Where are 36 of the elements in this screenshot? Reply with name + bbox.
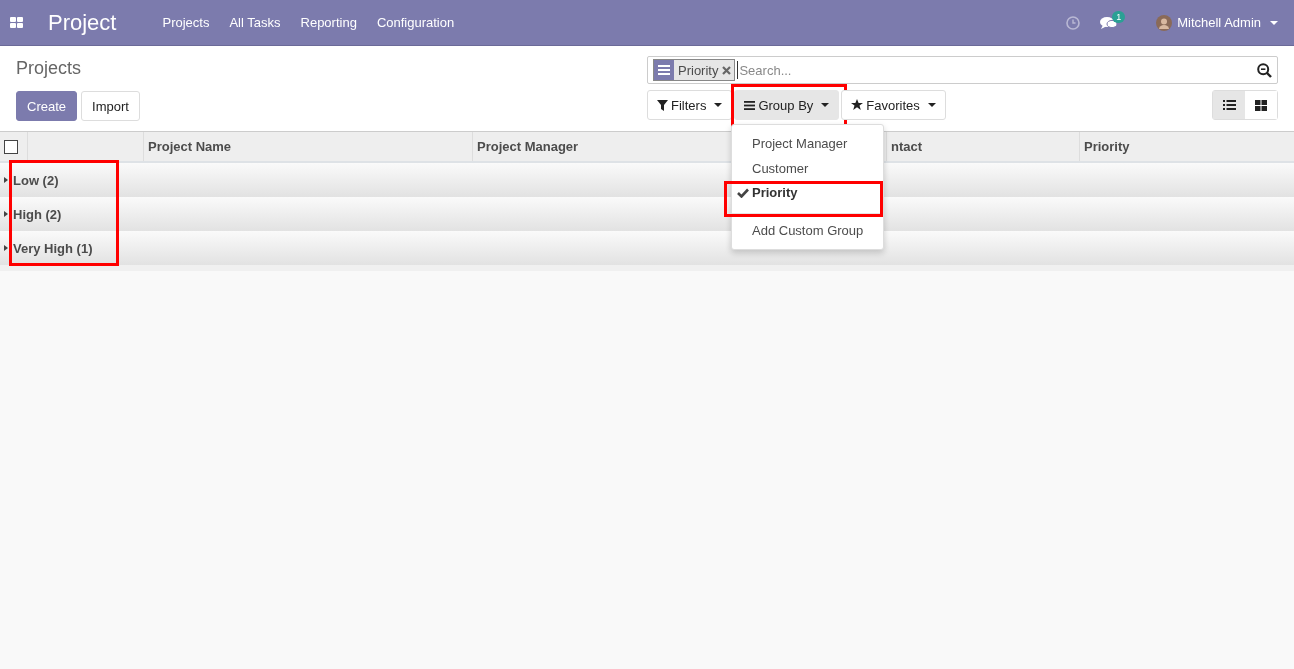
checkmark-icon [737,188,749,198]
column-header[interactable]: Priority [1084,139,1130,154]
dropdown-item[interactable]: Project Manager [732,131,883,156]
column-header[interactable]: Project Name [148,139,232,154]
menu-item[interactable]: Reporting [300,15,357,30]
star-icon [851,99,864,111]
lines-icon [744,100,756,110]
menu-item[interactable]: Configuration [376,15,455,30]
funnel-icon [657,99,668,111]
user-menu[interactable]: Mitchell Admin [1177,15,1278,30]
menu-item[interactable]: All Tasks [229,15,281,30]
expand-caret-icon[interactable] [4,245,8,251]
search-icon[interactable] [1257,62,1272,78]
search-menu-button[interactable]: Favorites [841,90,946,120]
column-header[interactable]: ntact [891,139,923,154]
message-count-badge: 1 [1112,10,1126,23]
import-button[interactable]: Import [81,91,140,121]
expand-caret-icon[interactable] [4,211,8,217]
apps-grid-icon[interactable] [10,16,24,29]
remove-icon[interactable] [722,65,732,75]
create-button[interactable]: Create [16,91,78,121]
column-header[interactable]: Project Manager [477,139,579,154]
breadcrumb-title: Projects [16,58,83,79]
expand-caret-icon[interactable] [4,177,8,183]
search-menu-button[interactable]: Filters [647,90,733,120]
grid-icon [1255,99,1267,111]
list-view-button[interactable] [1213,91,1245,119]
search-field[interactable]: Priority Search... [647,56,1278,84]
avatar-icon[interactable] [1156,14,1173,31]
list-icon [1222,100,1236,110]
select-all-checkbox[interactable] [4,139,18,154]
group-lines-icon [658,65,670,75]
search-menu-button[interactable]: Group By [734,90,840,120]
menu-item[interactable]: Projects [162,15,210,30]
app-name[interactable]: Project [48,9,117,36]
search-facet[interactable]: Priority [653,59,736,81]
